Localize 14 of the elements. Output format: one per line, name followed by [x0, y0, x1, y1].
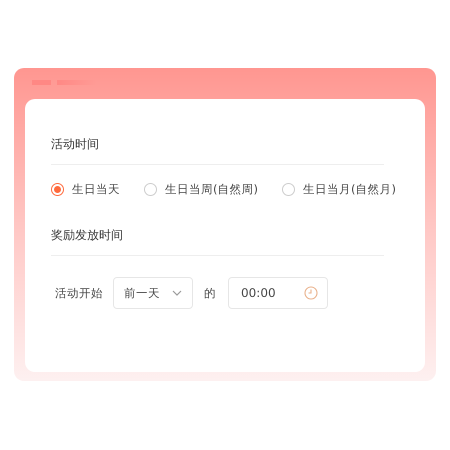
section-title: 奖励发放时间 [51, 227, 123, 243]
radio-option[interactable]: 生日当月(自然月) [282, 182, 396, 197]
radio-option[interactable]: 生日当天 [51, 182, 120, 197]
radio-option[interactable]: 生日当周(自然周) [144, 182, 258, 197]
section-title: 活动时间 [51, 136, 99, 152]
radio-button[interactable] [144, 183, 157, 196]
chevron-down-icon [172, 290, 182, 296]
day-select[interactable]: 前一天 [113, 277, 193, 309]
field-label: 活动开始 [55, 286, 103, 300]
radio-button[interactable] [282, 183, 295, 196]
clock-icon [304, 286, 318, 300]
radio-button[interactable] [51, 183, 64, 196]
time-field[interactable]: 00:00 [228, 277, 328, 309]
connector-text: 的 [204, 286, 216, 300]
